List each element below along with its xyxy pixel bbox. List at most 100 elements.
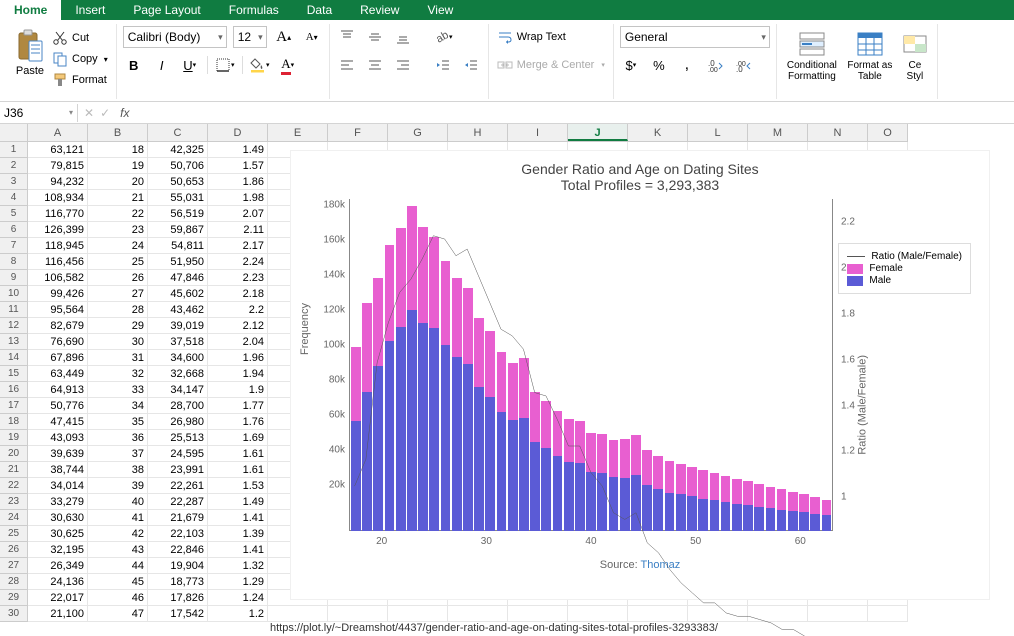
cell-D6[interactable]: 2.11 [208,222,268,238]
cell-B26[interactable]: 43 [88,542,148,558]
cell-B18[interactable]: 35 [88,414,148,430]
name-box[interactable]: J36 [0,104,78,122]
row-header-7[interactable]: 7 [0,238,27,254]
select-all-corner[interactable] [0,124,28,141]
cell-C15[interactable]: 32,668 [148,366,208,382]
cell-B10[interactable]: 27 [88,286,148,302]
decrease-indent-button[interactable] [432,54,454,76]
tab-home[interactable]: Home [0,0,61,20]
cell-C27[interactable]: 19,904 [148,558,208,574]
cell-E30[interactable] [268,606,328,622]
cell-B4[interactable]: 21 [88,190,148,206]
cell-C5[interactable]: 56,519 [148,206,208,222]
cell-B30[interactable]: 47 [88,606,148,622]
row-header-28[interactable]: 28 [0,574,27,590]
cell-B29[interactable]: 46 [88,590,148,606]
col-header-H[interactable]: H [448,124,508,141]
cell-D21[interactable]: 1.61 [208,462,268,478]
cell-D9[interactable]: 2.23 [208,270,268,286]
font-size-select[interactable]: 12 [233,26,267,48]
comma-button[interactable]: , [676,54,698,76]
cell-A26[interactable]: 32,195 [28,542,88,558]
row-header-10[interactable]: 10 [0,286,27,302]
cell-B24[interactable]: 41 [88,510,148,526]
cell-A6[interactable]: 126,399 [28,222,88,238]
cell-C7[interactable]: 54,811 [148,238,208,254]
cell-C10[interactable]: 45,602 [148,286,208,302]
cell-D2[interactable]: 1.57 [208,158,268,174]
row-header-21[interactable]: 21 [0,462,27,478]
cell-B25[interactable]: 42 [88,526,148,542]
font-name-select[interactable]: Calibri (Body) [123,26,227,48]
row-header-9[interactable]: 9 [0,270,27,286]
cell-C3[interactable]: 50,653 [148,174,208,190]
cell-A22[interactable]: 34,014 [28,478,88,494]
cell-A4[interactable]: 108,934 [28,190,88,206]
cell-A2[interactable]: 79,815 [28,158,88,174]
cell-C4[interactable]: 55,031 [148,190,208,206]
cell-B21[interactable]: 38 [88,462,148,478]
decrease-font-button[interactable]: A▾ [301,26,323,48]
align-top-button[interactable] [336,26,358,48]
row-header-2[interactable]: 2 [0,158,27,174]
row-header-30[interactable]: 30 [0,606,27,622]
underline-button[interactable]: U▾ [179,54,201,76]
cell-D12[interactable]: 2.12 [208,318,268,334]
cell-B23[interactable]: 40 [88,494,148,510]
cell-B22[interactable]: 39 [88,478,148,494]
cell-B17[interactable]: 34 [88,398,148,414]
cell-C12[interactable]: 39,019 [148,318,208,334]
align-bottom-button[interactable] [392,26,414,48]
cell-B27[interactable]: 44 [88,558,148,574]
cell-B8[interactable]: 25 [88,254,148,270]
row-header-12[interactable]: 12 [0,318,27,334]
row-header-22[interactable]: 22 [0,478,27,494]
cell-D5[interactable]: 2.07 [208,206,268,222]
cell-B19[interactable]: 36 [88,430,148,446]
cell-D13[interactable]: 2.04 [208,334,268,350]
col-header-K[interactable]: K [628,124,688,141]
cell-D14[interactable]: 1.96 [208,350,268,366]
cell-A23[interactable]: 33,279 [28,494,88,510]
row-header-4[interactable]: 4 [0,190,27,206]
cell-C6[interactable]: 59,867 [148,222,208,238]
cell-A18[interactable]: 47,415 [28,414,88,430]
col-header-M[interactable]: M [748,124,808,141]
row-header-25[interactable]: 25 [0,526,27,542]
cell-D1[interactable]: 1.49 [208,142,268,158]
cell-C9[interactable]: 47,846 [148,270,208,286]
formula-input[interactable] [133,104,1014,122]
cell-D29[interactable]: 1.24 [208,590,268,606]
cell-A16[interactable]: 64,913 [28,382,88,398]
increase-indent-button[interactable] [460,54,482,76]
format-as-table-button[interactable]: Format as Table [841,26,899,97]
row-header-18[interactable]: 18 [0,414,27,430]
cell-B5[interactable]: 22 [88,206,148,222]
cell-D16[interactable]: 1.9 [208,382,268,398]
row-header-13[interactable]: 13 [0,334,27,350]
row-header-24[interactable]: 24 [0,510,27,526]
cell-C30[interactable]: 17,542 [148,606,208,622]
cell-D19[interactable]: 1.69 [208,430,268,446]
percent-button[interactable]: % [648,54,670,76]
row-header-11[interactable]: 11 [0,302,27,318]
cell-C24[interactable]: 21,679 [148,510,208,526]
col-header-C[interactable]: C [148,124,208,141]
cell-O30[interactable] [868,606,908,622]
col-header-D[interactable]: D [208,124,268,141]
row-header-16[interactable]: 16 [0,382,27,398]
cell-A9[interactable]: 106,582 [28,270,88,286]
align-right-button[interactable] [392,54,414,76]
cell-B12[interactable]: 29 [88,318,148,334]
col-header-O[interactable]: O [868,124,908,141]
row-header-14[interactable]: 14 [0,350,27,366]
row-header-19[interactable]: 19 [0,430,27,446]
row-header-17[interactable]: 17 [0,398,27,414]
cell-A11[interactable]: 95,564 [28,302,88,318]
col-header-F[interactable]: F [328,124,388,141]
cell-B16[interactable]: 33 [88,382,148,398]
cell-B28[interactable]: 45 [88,574,148,590]
row-header-26[interactable]: 26 [0,542,27,558]
cancel-icon[interactable]: ✕ [84,106,94,120]
cell-C14[interactable]: 34,600 [148,350,208,366]
